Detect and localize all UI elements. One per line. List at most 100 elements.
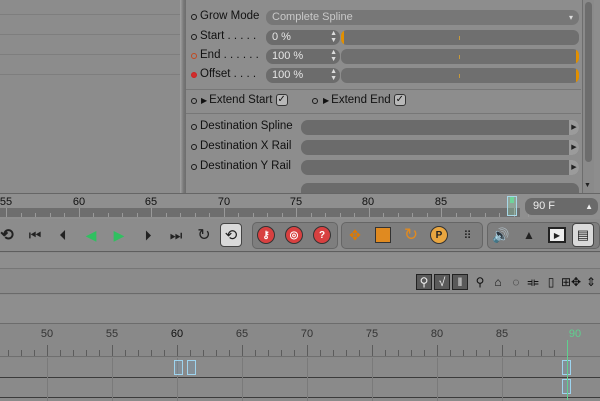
start-slider[interactable] (341, 30, 579, 45)
scrollbar-thumb[interactable] (585, 2, 592, 162)
point-level-icon[interactable]: ⠿ (456, 223, 478, 247)
go-to-end-icon[interactable]: ⏭ (165, 223, 187, 247)
playhead-marker[interactable] (507, 196, 517, 216)
keyframe-bullet-icon[interactable] (191, 72, 197, 78)
render-preview-icon[interactable]: ▲ (518, 223, 540, 247)
timeline-tick (515, 350, 516, 356)
start-slider-knob[interactable] (341, 31, 344, 44)
timeline-tick (502, 345, 503, 356)
animate-bullet-icon[interactable] (191, 124, 197, 130)
ruler-tick (296, 208, 297, 217)
spinner-icon[interactable]: ▲ (585, 198, 593, 215)
destination-y-rail-label: Destination Y Rail (200, 160, 291, 172)
ruler-tick (209, 213, 210, 217)
ruler-track[interactable]: 55 60 65 70 75 80 85 (0, 194, 529, 220)
ruler-tick (122, 213, 123, 217)
animate-bullet-icon[interactable] (191, 144, 197, 150)
offset-slider[interactable] (341, 68, 579, 83)
destination-spline-link-field[interactable]: ▶ (301, 120, 579, 135)
scale-icon[interactable] (372, 223, 394, 247)
autokey-icon[interactable]: ◎ (283, 223, 305, 247)
keyframe-selection-icon[interactable]: ? (311, 223, 333, 247)
animate-bullet-icon[interactable] (191, 34, 197, 40)
attribute-scrollbar[interactable]: ▼ (582, 0, 594, 193)
scroll-down-icon[interactable]: ▼ (584, 182, 591, 189)
ruler-tick (339, 213, 341, 217)
animate-bullet-icon[interactable] (191, 98, 197, 104)
ruler-tick (6, 208, 7, 217)
grow-mode-dropdown[interactable]: Complete Spline ▾ (266, 10, 579, 25)
move-view-icon[interactable]: ✥ (568, 274, 584, 290)
play-forward-icon[interactable]: ▶ (108, 223, 130, 247)
go-to-start-icon[interactable]: ⏮ (24, 223, 46, 247)
arrow-right-icon[interactable]: ▶ (569, 160, 579, 175)
f-curve-mode-icon[interactable]: √ (434, 274, 450, 290)
animate-bullet-icon[interactable] (191, 53, 197, 59)
destination-y-rail-link-field[interactable]: ▶ (301, 160, 579, 175)
playhead-handle[interactable] (510, 197, 514, 203)
timeline[interactable]: 50 55 60 65 70 75 80 85 90 (0, 323, 600, 401)
ruler-tick (325, 213, 326, 217)
timeline-label: 70 (300, 328, 314, 340)
destination-x-rail-link-field[interactable]: ▶ (301, 140, 579, 155)
animate-bullet-icon[interactable] (191, 14, 197, 20)
current-frame-field[interactable]: 90 F ▲ (525, 198, 598, 215)
loop-toggle-icon[interactable]: ↻ (193, 223, 215, 247)
record-icon[interactable]: ⚷ (255, 223, 277, 247)
ruler-ticks (0, 208, 529, 217)
timeline-tick (281, 350, 282, 356)
rotate-icon[interactable]: ↻ (400, 223, 422, 247)
frame-all-icon[interactable]: ⟚ (525, 274, 541, 290)
play-backward-icon[interactable]: ◀ (80, 223, 102, 247)
offset-input[interactable]: 100 % ▲ ▼ (266, 68, 340, 83)
grow-mode-row: Grow Mode Complete Spline ▾ (186, 8, 581, 27)
move-icon[interactable]: ✥ (344, 223, 366, 247)
timeline-tick (320, 350, 321, 356)
fit-icon[interactable]: ▯ (543, 274, 559, 290)
ruler-tick (238, 213, 239, 217)
key-mode-icon[interactable]: ⚲ (416, 274, 432, 290)
grid-line (307, 358, 308, 401)
spinner-icon[interactable]: ▲ ▼ (330, 49, 337, 63)
offset-slider-knob[interactable] (576, 69, 579, 82)
keyframe[interactable] (187, 360, 196, 375)
dope-sheet-icon[interactable]: ‖ (452, 274, 468, 290)
extend-end-checkbox[interactable]: ✓ (393, 94, 406, 106)
extend-start-label: Extend Start (209, 94, 273, 107)
arrow-right-icon[interactable]: ▶ (569, 140, 579, 155)
timeline-tick (216, 350, 217, 356)
animate-bullet-icon[interactable] (312, 98, 318, 104)
ruler-label: 75 (289, 196, 303, 208)
previous-key-icon[interactable]: ⏴ (52, 223, 74, 247)
loop-mode-icon[interactable]: ⟲ (220, 223, 242, 247)
end-slider[interactable] (341, 49, 579, 64)
transport-toolbar: ⟲ ⏮ ⏴ ◀ ▶ ⏵ ⏭ ↻ ⟲ ⚷ ◎ ? ✥ ↻ P ⠿ 🔊 ▲ ▶ ▤ (0, 219, 600, 252)
end-slider-knob[interactable] (576, 50, 579, 63)
timeline-tick (47, 345, 48, 356)
keyframe[interactable] (174, 360, 183, 375)
ruler-tick (499, 213, 500, 217)
arrow-right-icon[interactable]: ▶ (569, 120, 579, 135)
param-icon[interactable]: P (428, 223, 450, 247)
loop-icon[interactable]: ⟲ (0, 223, 18, 247)
link-icon[interactable]: ◌ (508, 274, 524, 290)
end-input[interactable]: 100 % ▲ ▼ (266, 49, 340, 64)
ruler-tick (441, 208, 442, 217)
render-view-icon[interactable]: ▶ (546, 223, 568, 247)
next-key-icon[interactable]: ⏵ (137, 223, 159, 247)
home-icon[interactable]: ⌂ (490, 274, 506, 290)
spinner-icon[interactable]: ▲ ▼ (330, 30, 337, 44)
timeline-label: 85 (495, 328, 509, 340)
timeline-tick (476, 350, 477, 356)
sound-icon[interactable]: 🔊 (490, 223, 512, 247)
vertical-arrows-icon[interactable]: ⇕ (583, 274, 599, 290)
animate-bullet-icon[interactable] (191, 164, 197, 170)
render-settings-icon[interactable]: ▤ (572, 223, 594, 247)
search-icon[interactable]: ⚲ (472, 274, 488, 290)
start-input[interactable]: 0 % ▲ ▼ (266, 30, 340, 45)
grow-mode-label: Grow Mode (200, 10, 260, 22)
extend-start-checkbox[interactable]: ✓ (275, 94, 288, 106)
time-ruler[interactable]: 55 60 65 70 75 80 85 90 F ▲ (0, 193, 600, 219)
spinner-icon[interactable]: ▲ ▼ (330, 68, 337, 82)
timeline-track[interactable] (0, 358, 600, 401)
